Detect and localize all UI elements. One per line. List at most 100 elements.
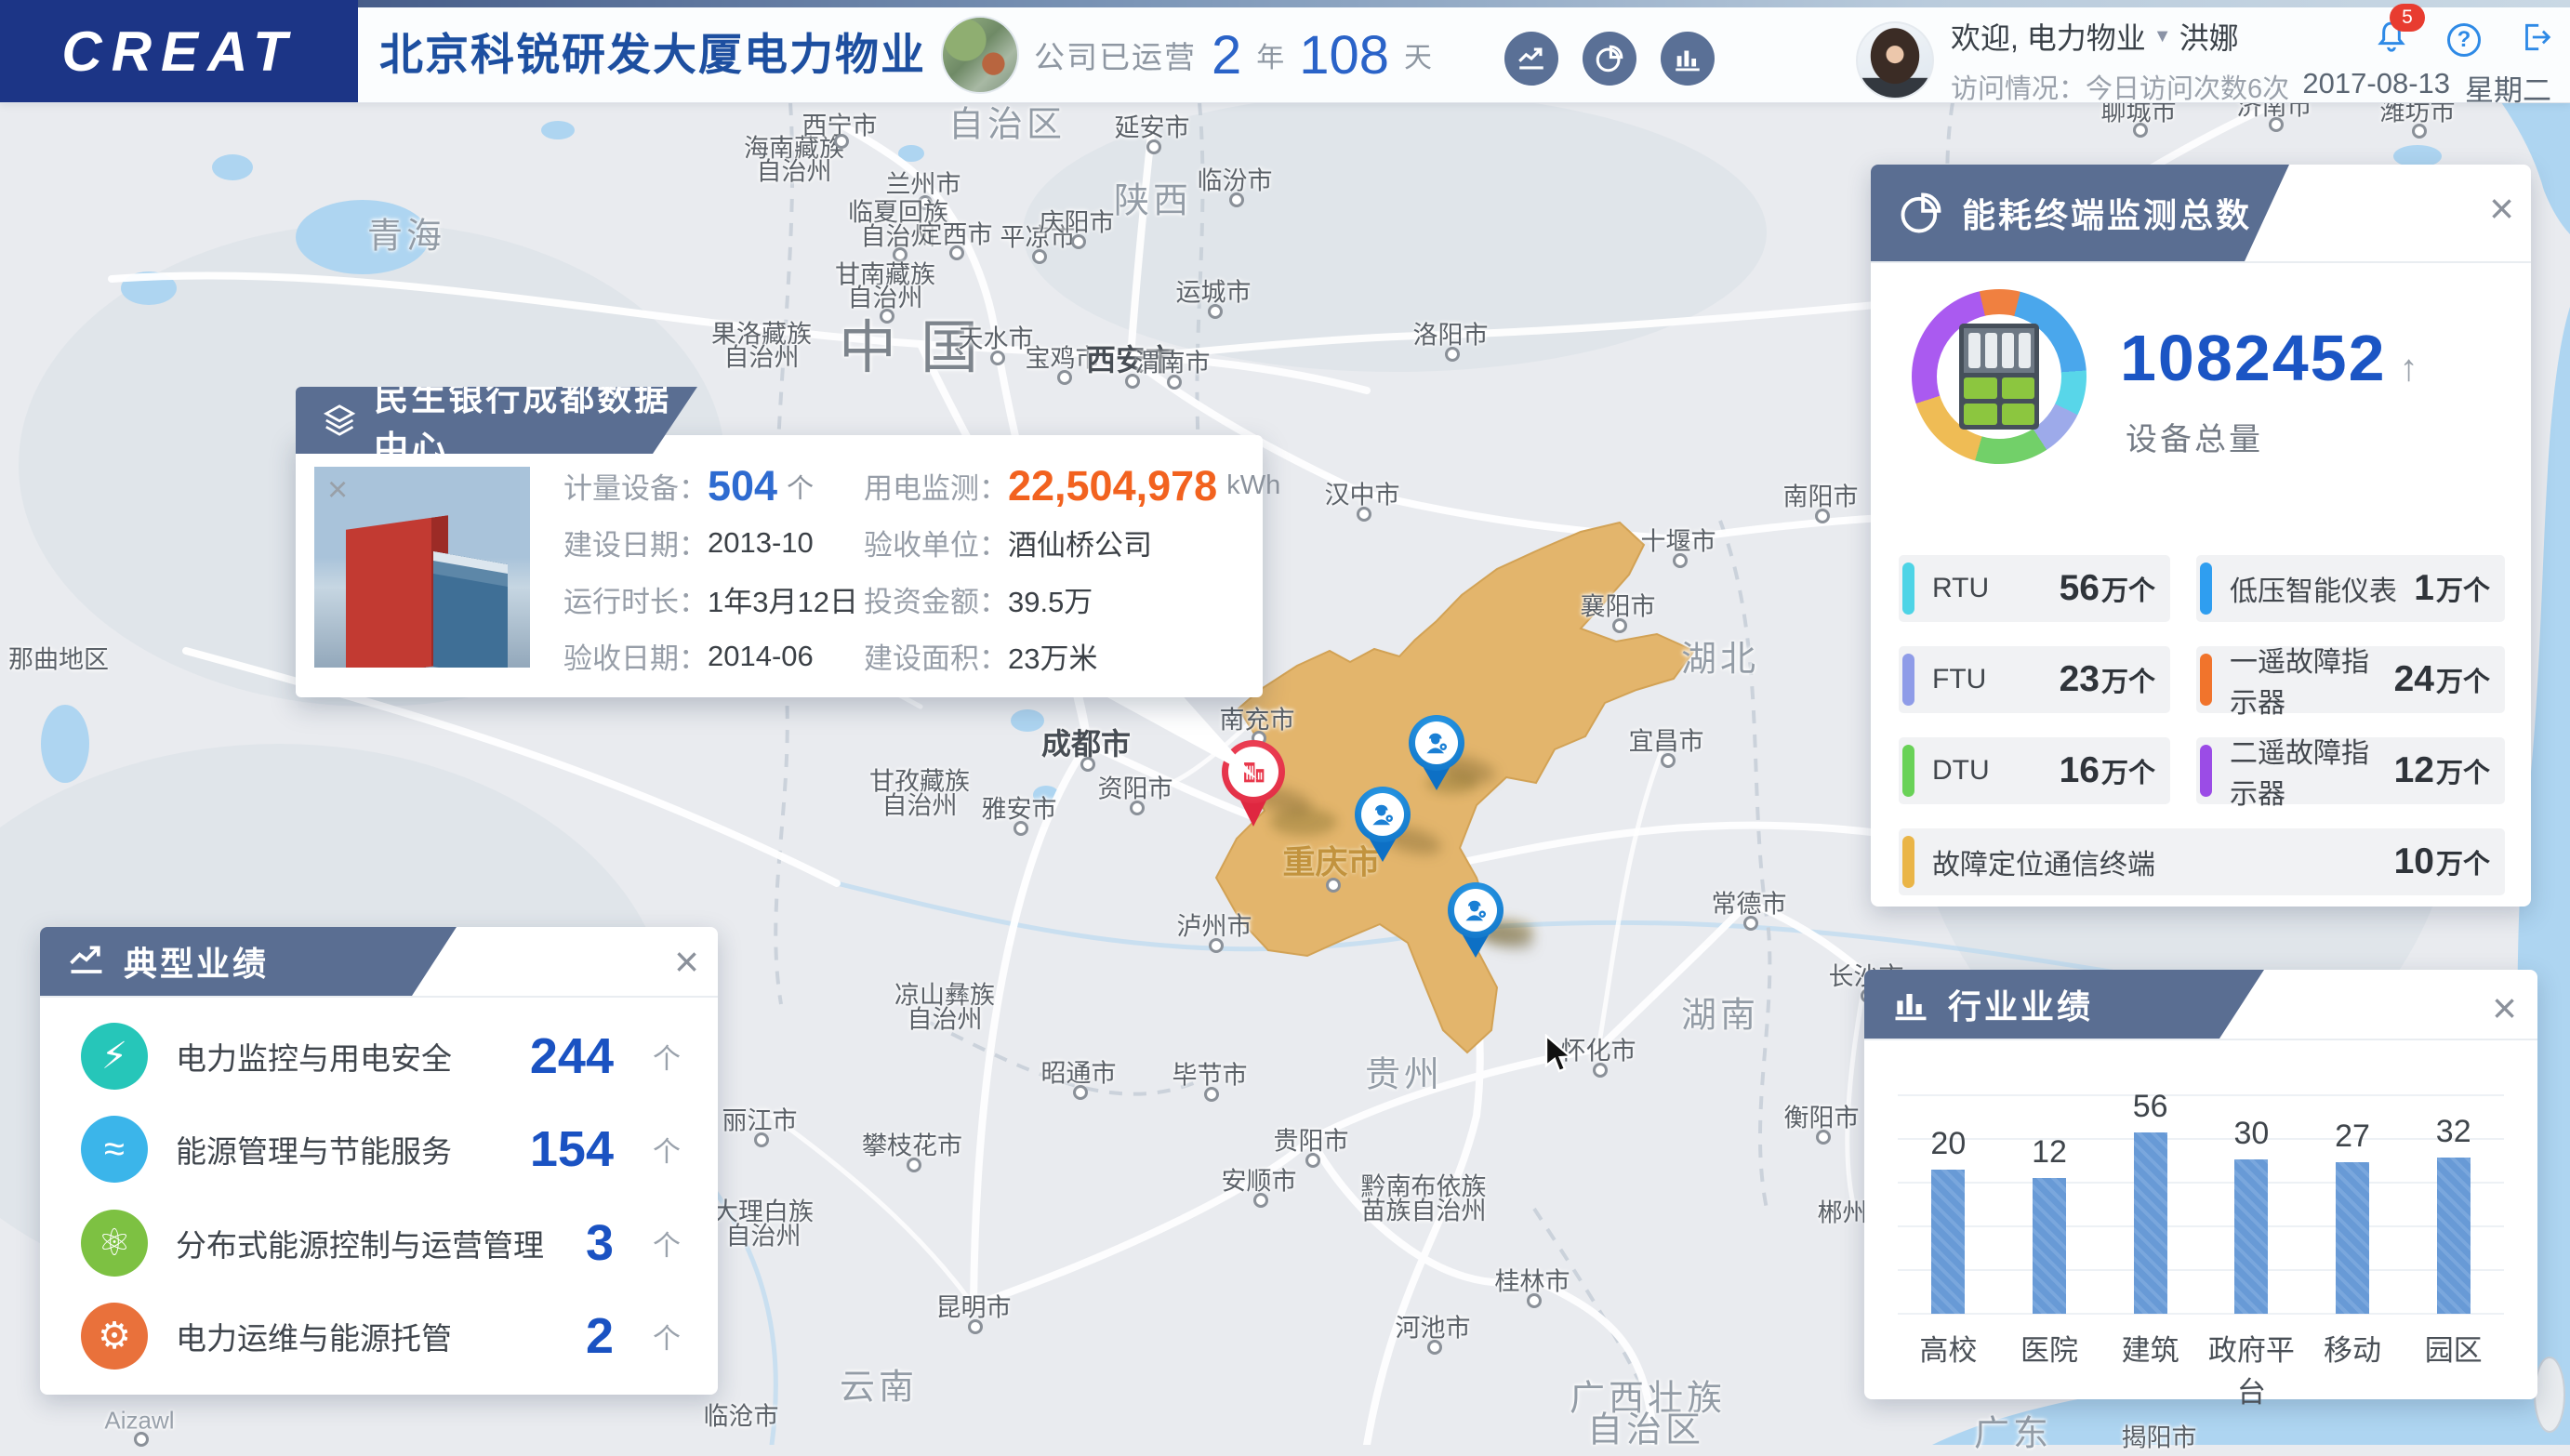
header-accent-strip [0,0,2570,7]
energy-terminal-panel: 能耗终端监测总数 × 1082452 ↑ 设备总量 RTU 56 万个 低压智能仪表 1 万… [1871,165,2531,907]
device-donut-chart [1912,289,2086,464]
user-info: 欢迎, 电力物业 ▼ 洪娜 访问情况：今日访问次数6次 [1856,15,2289,106]
city-dot [1427,1340,1442,1355]
stat-value: 16 [2059,750,2100,790]
bar-chart-icon [1890,984,1931,1025]
pin-head [1355,787,1411,842]
bar-column: 27 [2302,1118,2404,1314]
stat-unit: 万个 [2435,759,2490,788]
bar-category-label: 建筑 [2121,1334,2179,1367]
pie-chart-icon[interactable] [1583,32,1636,86]
bar-chart-icon[interactable] [1661,32,1715,86]
field-unit: 个 [787,473,815,504]
map-label: 运城市 [1175,278,1252,307]
map-label: 湖南 [1680,996,1760,1036]
field-label: 运行时长： [563,586,708,618]
map-label: 云南 [839,1368,919,1408]
pie-chart-icon [1897,189,1945,237]
city-dot [880,309,894,324]
field-label: 验收日期： [563,642,708,675]
stat-value: 23 [2059,659,2100,699]
logout-icon[interactable] [2518,20,2553,60]
map-label: 桂林市 [1494,1267,1570,1296]
brand-logo[interactable]: CREAT [0,0,358,102]
site-pin[interactable] [1442,882,1509,958]
stat-accent-bar [2200,745,2212,797]
field-value: 1年3月12日 [708,586,858,618]
stat-value: 12 [2393,750,2434,790]
help-icon[interactable]: ? [2447,22,2481,57]
worker-icon [1426,733,1447,754]
stat-accent-bar [2200,563,2212,615]
lightning-icon: ⚡ [81,1023,148,1090]
field-label: 投资金额： [863,586,1008,618]
stat-label: 二遥故障指示器 [2230,738,2369,810]
operating-years: 2 [1212,24,1242,86]
map-label: 苗族自治州 [1360,1197,1487,1225]
city-dot [1032,249,1047,264]
headquarters-pin[interactable] [1220,740,1287,827]
popup-field: 建设面积： 23万米 [864,628,1280,684]
close-icon[interactable]: × [674,940,699,983]
city-dot [1593,1063,1608,1078]
popup-field: 建设日期： 2013-10 [563,514,858,571]
map-label: 自治州 [881,791,958,820]
page-title: 北京科锐研发大厦电力物业 [379,30,926,79]
company-operating-stat: 公司已运营 2 年 108 天 [941,7,1432,102]
user-avatar[interactable] [1856,21,1934,99]
wave-icon: ≈ [81,1116,148,1184]
welcome-text: 欢迎, 电力物业 [1951,21,2146,55]
bar-value-label: 20 [1930,1126,1967,1161]
field-label: 用电监测： [863,472,1008,505]
close-icon[interactable]: × [2489,187,2514,230]
site-pin[interactable] [1403,715,1470,790]
atom-icon: ⚛ [81,1209,148,1277]
device-icon [1959,324,2039,430]
performance-label: 电力运维与能源托管 [176,1320,452,1356]
notification-bell-icon[interactable]: 5 [2373,4,2425,60]
city-dot [990,351,1005,365]
map-label: Aizawl [104,1406,175,1435]
terminal-stat-row: 故障定位通信终端 10 万个 [1899,828,2505,895]
terminal-stat-row: RTU 56 万个 [1899,555,2170,622]
close-icon[interactable]: × [2492,986,2517,1029]
bar-value-label: 12 [2032,1134,2067,1170]
city-dot [1013,821,1028,836]
map-label: 贵州 [1364,1055,1444,1095]
popup-close-icon[interactable]: × [327,470,348,510]
trend-chart-icon[interactable] [1504,32,1558,86]
popup-field-grid: 计量设备： 504 个建设日期： 2013-10 运行时长： 1年3月12日 验收日期： 20… [563,457,1280,684]
city-dot [1057,370,1072,385]
terminal-stat-row: 一遥故障指示器 24 万个 [2196,646,2505,719]
industry-category-axis: 高校 医院 建筑 政府平台 移动 园区 [1898,1327,2504,1410]
stat-unit: 万个 [2100,759,2155,788]
map-label: 渭南市 [1134,349,1211,377]
performance-unit: 个 [653,1044,681,1075]
header-chart-nav [1504,32,1715,86]
site-pin[interactable] [1349,787,1416,862]
stat-label: 故障定位通信终端 [1932,850,2155,880]
map-label: 庆阳市 [1039,208,1115,237]
field-label: 验收单位： [863,529,1008,562]
operating-day-unit: 天 [1404,43,1433,73]
chevron-down-icon[interactable]: ▼ [2153,26,2172,47]
stat-unit: 万个 [2435,668,2490,697]
map-label: 湖北 [1680,640,1760,680]
map-label: 揭阳市 [2121,1423,2197,1452]
bar-column: 12 [1999,1134,2100,1314]
city-dot [1253,1193,1268,1208]
stat-value: 1 [2414,568,2434,608]
popup-field: 用电监测： 22,504,978 kWh [864,457,1280,514]
performance-unit: 个 [653,1230,681,1262]
terminal-stat-row: 低压智能仪表 1 万个 [2196,555,2505,622]
map-label: 自治州 [756,157,832,186]
city-dot [1209,938,1224,953]
field-label: 建设面积： [863,642,1008,675]
energy-panel-ribbon: 能耗终端监测总数 [1871,165,2289,261]
stat-label: DTU [1932,755,1990,786]
bar-column: 32 [2403,1114,2504,1314]
stat-value: 56 [2059,568,2100,608]
popup-ribbon: 民生银行成都数据中心 [296,387,697,454]
industry-panel-title: 行业业绩 [1948,987,2094,1026]
bar-column: 56 [2100,1089,2201,1314]
